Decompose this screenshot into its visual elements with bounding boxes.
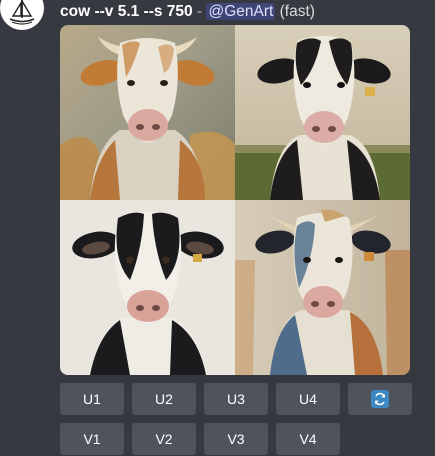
grid-image-3	[60, 200, 235, 375]
variation-button-3[interactable]: V3	[204, 423, 268, 455]
message-content: cow --v 5.1 --s 750 - @GenArt (fast)	[60, 1, 315, 23]
bot-avatar[interactable]	[0, 0, 44, 30]
grid-image-4	[235, 200, 410, 375]
reroll-button[interactable]	[348, 383, 412, 415]
speed-label: (fast)	[279, 3, 315, 20]
sailboat-icon	[9, 0, 35, 25]
upscale-button-4[interactable]: U4	[276, 383, 340, 415]
variation-button-1[interactable]: V1	[60, 423, 124, 455]
refresh-icon	[371, 390, 389, 408]
grid-image-1	[60, 25, 235, 200]
upscale-button-3[interactable]: U3	[204, 383, 268, 415]
grid-image-2	[235, 25, 410, 200]
image-grid[interactable]	[60, 25, 410, 375]
variation-button-4[interactable]: V4	[276, 423, 340, 455]
variation-button-2[interactable]: V2	[132, 423, 196, 455]
upscale-button-2[interactable]: U2	[132, 383, 196, 415]
prompt-text: cow --v 5.1 --s 750	[60, 3, 193, 20]
upscale-button-1[interactable]: U1	[60, 383, 124, 415]
user-mention[interactable]: @GenArt	[206, 3, 276, 20]
separator: -	[196, 3, 203, 20]
